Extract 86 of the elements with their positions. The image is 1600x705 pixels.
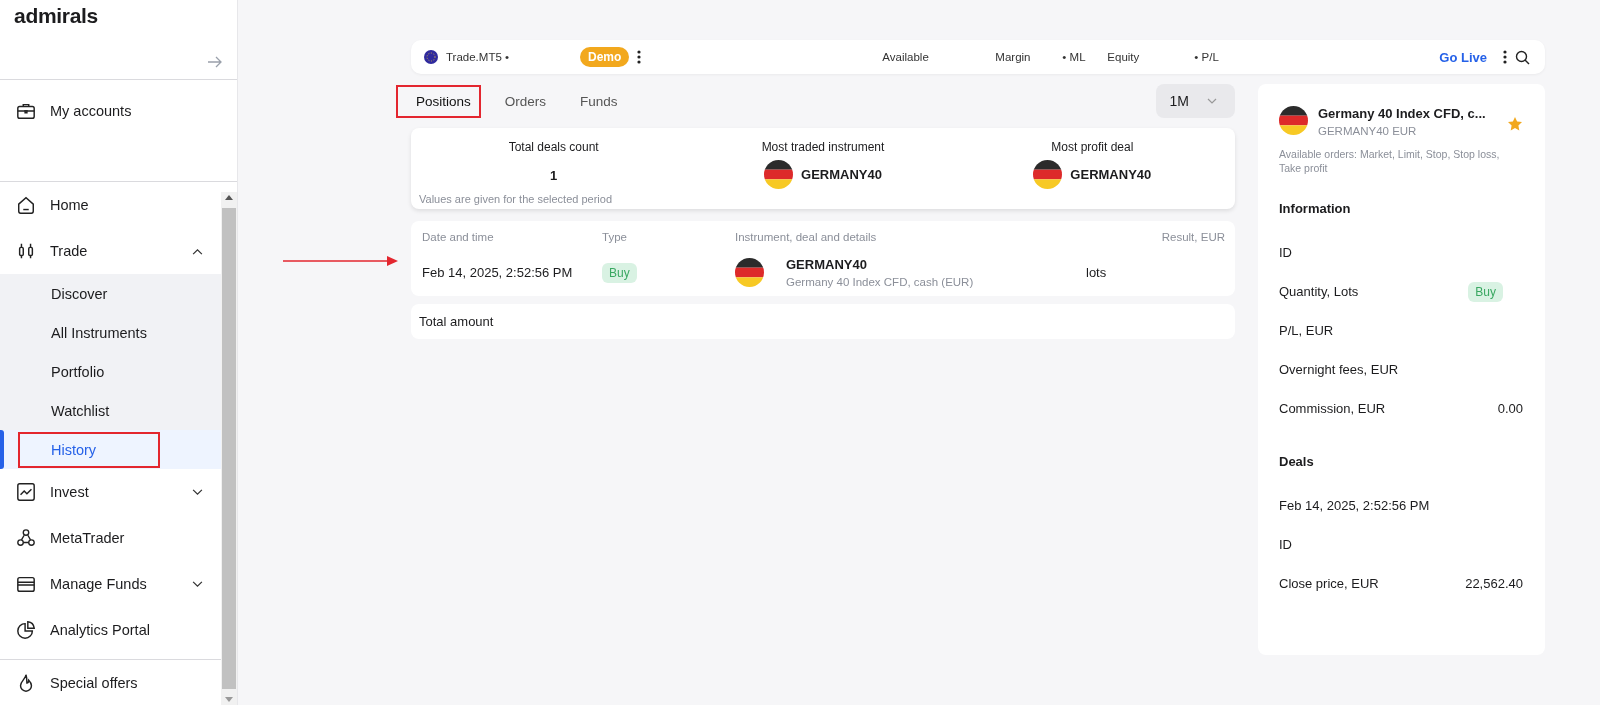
scrollbar[interactable] [221, 192, 237, 705]
chevron-down-icon[interactable] [192, 580, 203, 588]
nav-subitem-label: Discover [50, 284, 109, 304]
column-header: Type [602, 231, 628, 243]
deal-quantity: lots [1086, 265, 1107, 280]
pie-chart-icon [16, 620, 36, 640]
summary-title: Most traded instrument [761, 140, 885, 154]
germany-flag-icon [1033, 160, 1063, 189]
detail-label: P/L, EUR [1279, 323, 1334, 339]
tab[interactable]: Positions [396, 84, 481, 118]
instrument-symbol: GERMANY40 [1070, 167, 1152, 182]
section-title: Deals [1279, 454, 1315, 472]
period-dropdown[interactable]: 1M [1155, 84, 1235, 118]
instrument-symbol: GERMANY40 [786, 257, 868, 272]
chevron-up-icon[interactable] [192, 247, 203, 255]
period-note: Values are given for the selected period [419, 193, 614, 205]
nav-item[interactable]: Trade [0, 228, 221, 274]
wallet-icon [16, 574, 36, 594]
chevron-down-icon[interactable] [192, 488, 203, 496]
section-title: Information [1279, 201, 1352, 219]
summary-title: Total deals count [508, 140, 599, 154]
chevron-down-icon [1207, 98, 1217, 104]
detail-label: Commission, EUR [1279, 401, 1386, 417]
germany-flag-icon [764, 160, 794, 189]
detail-label: ID [1279, 537, 1292, 553]
detail-label: Overnight fees, EUR [1279, 362, 1399, 378]
line-chart-icon [16, 482, 36, 502]
detail-label: Quantity, Lots [1279, 284, 1359, 300]
column-header: Instrument, deal and details [735, 231, 878, 243]
buy-badge: Buy [602, 263, 637, 283]
demo-badge: Demo [580, 47, 630, 67]
instrument-symbol: GERMANY40 [801, 167, 882, 182]
nav-subitem-label: Portfolio [50, 362, 106, 382]
network-icon [16, 528, 36, 548]
star-icon[interactable] [1507, 116, 1523, 132]
globe-icon [424, 50, 438, 64]
nav-item[interactable]: Home [0, 182, 221, 228]
nav-subitem-label: History [18, 431, 161, 468]
stat-label: Margin [995, 51, 1032, 63]
more-icon[interactable] [637, 50, 642, 64]
stat-label: • P/L [1194, 51, 1220, 63]
nav-subitem[interactable]: History [0, 430, 221, 469]
stat-label: • ML [1062, 51, 1087, 63]
more-icon[interactable] [1503, 50, 1507, 64]
detail-label: Close price, EUR [1279, 576, 1379, 592]
summary-value: 1 [550, 168, 558, 183]
detail-value: 0.00 [1497, 401, 1523, 417]
search-icon[interactable] [1515, 49, 1530, 65]
candlestick-icon [16, 241, 36, 261]
nav-subitem-label: Watchlist [50, 401, 111, 421]
nav-subitem-label: All Instruments [50, 323, 148, 343]
buy-badge: Buy [1468, 281, 1503, 302]
stat-label: Available [882, 51, 930, 63]
nav-item[interactable]: MetaTrader [0, 515, 221, 561]
go-live-link[interactable]: Go Live [1439, 49, 1487, 65]
instrument-title: Germany 40 Index CFD, c... [1318, 106, 1487, 121]
detail-value: 22,562.40 [1465, 576, 1523, 592]
nav-subitem[interactable]: All Instruments [0, 313, 221, 352]
account-name[interactable]: Trade.MT5 • [446, 51, 572, 63]
nav-item[interactable]: Analytics Portal [0, 607, 221, 653]
my-accounts-item[interactable]: My accounts [0, 87, 237, 134]
available-orders-text: Available orders: Market, Limit, Stop, Stop loss, Take profit [1279, 147, 1501, 176]
detail-label: Feb 14, 2025, 2:52:56 PM [1279, 498, 1430, 514]
tab[interactable]: Funds [560, 84, 628, 118]
logo: admirals [13, 3, 98, 29]
scrollbar-thumb[interactable] [222, 208, 236, 689]
germany-flag-icon [1279, 106, 1308, 135]
instrument-subtitle: GERMANY40 EUR [1318, 125, 1418, 137]
deal-row[interactable]: Feb 14, 2025, 2:52:56 PM Buy GERMANY40 Germany 40 Index CFD, cash (EUR) lots [422, 243, 1225, 288]
detail-label: ID [1279, 245, 1292, 261]
nav-subitem[interactable]: Discover [0, 274, 221, 313]
summary-title: Most profit deal [1051, 140, 1134, 154]
nav-item[interactable]: Manage Funds [0, 561, 221, 607]
nav-subitem[interactable]: Portfolio [0, 352, 221, 391]
germany-flag-icon [735, 258, 764, 287]
instrument-description: Germany 40 Index CFD, cash (EUR) [786, 276, 975, 288]
nav-subitem[interactable]: Watchlist [0, 391, 221, 430]
tab[interactable]: Orders [484, 84, 557, 118]
arrow-right-icon[interactable] [207, 55, 223, 70]
deal-date: Feb 14, 2025, 2:52:56 PM [422, 265, 574, 280]
nav-item[interactable]: Invest [0, 469, 221, 515]
total-amount-label: Total amount [419, 314, 494, 329]
home-icon [16, 195, 36, 215]
column-header: Result, EUR [1161, 231, 1225, 243]
stat-label: Equity [1107, 51, 1141, 63]
column-header: Date and time [422, 231, 495, 243]
